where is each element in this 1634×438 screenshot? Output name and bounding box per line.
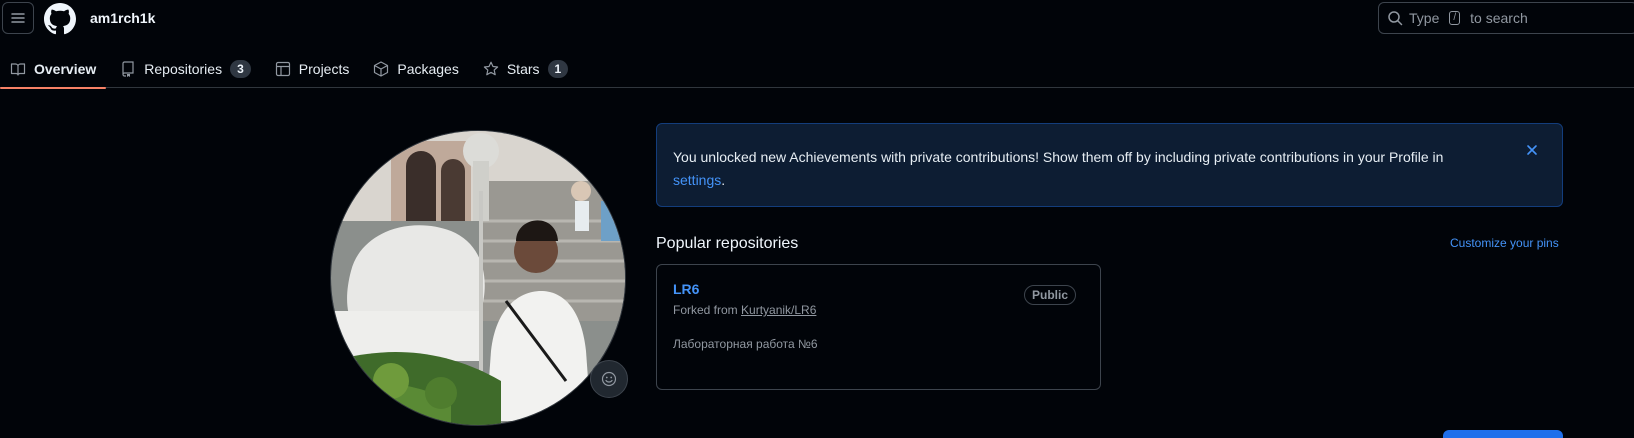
repositories-count-badge: 3	[230, 60, 251, 78]
search-input[interactable]: Type / to search	[1378, 2, 1634, 34]
tab-projects[interactable]: Projects	[265, 50, 360, 88]
username[interactable]: am1rch1k	[90, 10, 155, 26]
set-status-button[interactable]	[590, 360, 628, 398]
tab-stars[interactable]: Stars 1	[473, 50, 578, 88]
menu-button[interactable]	[2, 2, 34, 34]
close-icon[interactable]	[1524, 142, 1540, 158]
avatar-photo	[331, 131, 625, 425]
customize-pins-link[interactable]: Customize your pins	[1450, 236, 1559, 250]
stars-count-badge: 1	[547, 60, 569, 78]
book-icon	[10, 61, 26, 77]
smiley-icon	[601, 371, 617, 387]
tab-repositories[interactable]: Repositories 3	[110, 50, 261, 88]
search-placeholder-prefix: Type	[1409, 10, 1440, 26]
package-icon	[373, 61, 389, 77]
table-icon	[275, 61, 291, 77]
partial-button[interactable]	[1443, 430, 1563, 438]
tab-label: Packages	[397, 61, 459, 77]
tab-label: Overview	[34, 61, 97, 77]
search-placeholder-suffix: to search	[1470, 10, 1528, 26]
tab-label: Repositories	[144, 61, 223, 77]
repo-name-link[interactable]: LR6	[673, 281, 1084, 297]
top-header: am1rch1k Type / to search Overview Repos…	[0, 0, 1634, 89]
tab-overview[interactable]: Overview	[0, 50, 107, 89]
settings-link[interactable]: settings	[673, 172, 721, 188]
repo-description: Лабораторная работа №6	[673, 337, 818, 351]
tab-label: Projects	[298, 61, 350, 77]
repo-card: LR6 Public Forked from Kurtyanik/LR6 Лаб…	[656, 264, 1101, 390]
achievements-banner: You unlocked new Achievements with priva…	[656, 123, 1563, 207]
repo-icon	[120, 61, 136, 77]
search-icon	[1387, 10, 1403, 26]
tab-label: Stars	[506, 61, 540, 77]
forked-from: Forked from Kurtyanik/LR6	[673, 303, 1084, 317]
github-logo-icon[interactable]	[44, 3, 76, 35]
forked-prefix: Forked from	[673, 303, 738, 317]
banner-period: .	[721, 172, 726, 188]
star-icon	[483, 61, 499, 77]
tab-packages[interactable]: Packages	[363, 50, 468, 88]
banner-text: You unlocked new Achievements with priva…	[673, 149, 1444, 165]
profile-avatar[interactable]	[330, 130, 626, 426]
visibility-badge: Public	[1023, 285, 1076, 305]
forked-from-link[interactable]: Kurtyanik/LR6	[741, 303, 816, 317]
profile-tabs: Overview Repositories 3 Projects Package…	[0, 50, 582, 89]
hamburger-icon	[10, 10, 26, 26]
search-shortcut-key: /	[1449, 11, 1461, 25]
popular-repositories-title: Popular repositories	[656, 235, 799, 252]
